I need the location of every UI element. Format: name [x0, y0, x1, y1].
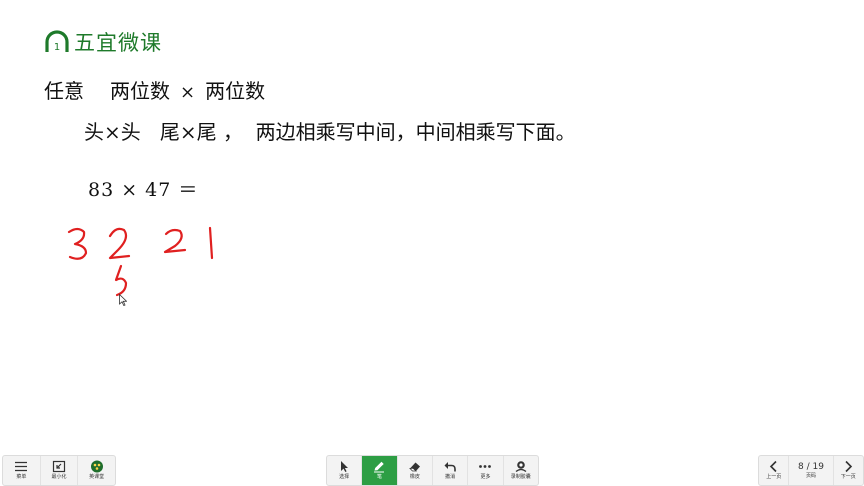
minimize-icon [52, 460, 66, 473]
undo-button[interactable]: 撤消 [433, 456, 469, 485]
handwriting-layer [67, 226, 214, 297]
app-label: 英课堂 [89, 474, 105, 480]
pointer-icon [341, 461, 349, 472]
eraser-tool-button[interactable]: 橡皮 [398, 456, 433, 485]
ink-digit-2-second [163, 228, 187, 254]
undo-label: 撤消 [445, 474, 456, 480]
eraser-label: 橡皮 [409, 474, 420, 480]
prev-label: 上一页 [766, 474, 782, 480]
pen-label: 笔 [376, 474, 382, 480]
page-number: 8 / 19 [798, 462, 824, 472]
record-label: 录制胶囊 [510, 474, 531, 480]
hamburger-icon [15, 461, 28, 472]
menu-button[interactable]: 菜单 [3, 456, 41, 485]
ink-digit-3 [67, 227, 88, 260]
chevron-right-icon [845, 460, 853, 473]
center-toolbar: 选择 笔 橡皮 撤消 更多 录制胶囊 [326, 455, 539, 486]
page-indicator-button[interactable]: 8 / 19 页码 [789, 456, 834, 485]
page-toolbar: 上一页 8 / 19 页码 下一页 [758, 455, 864, 486]
next-label: 下一页 [840, 474, 856, 480]
record-capsule-icon [515, 461, 527, 473]
undo-icon [444, 462, 456, 472]
ink-digit-2-first [108, 227, 131, 260]
record-capsule-button[interactable]: 录制胶囊 [504, 456, 538, 485]
chevron-left-icon [769, 460, 777, 473]
minimize-label: 最小化 [51, 474, 67, 480]
prev-page-button[interactable]: 上一页 [759, 456, 790, 485]
eraser-icon [408, 462, 420, 472]
next-page-button[interactable]: 下一页 [834, 456, 863, 485]
more-label: 更多 [480, 474, 491, 480]
app-logo-icon [90, 460, 103, 473]
ink-digit-1 [208, 226, 214, 260]
select-label: 选择 [339, 474, 350, 480]
mouse-cursor-icon [119, 294, 127, 306]
whiteboard-canvas[interactable]: 1 五宜微课 任意 两位数 × 两位数 头×头 尾×尾 ， 两边相乘写中间，中间相乘写… [0, 0, 864, 486]
page-label: 页码 [805, 473, 816, 479]
more-button[interactable]: 更多 [468, 456, 504, 485]
pen-tool-button[interactable]: 笔 [362, 456, 398, 485]
ink-digit-5 [114, 264, 128, 297]
menu-label: 菜单 [16, 474, 27, 480]
pen-icon [374, 461, 385, 473]
left-toolbar: 菜单 最小化 英课堂 [2, 455, 116, 486]
minimize-button[interactable]: 最小化 [41, 456, 79, 485]
more-dots-icon [479, 465, 492, 468]
app-button[interactable]: 英课堂 [78, 456, 115, 485]
select-tool-button[interactable]: 选择 [327, 456, 363, 485]
